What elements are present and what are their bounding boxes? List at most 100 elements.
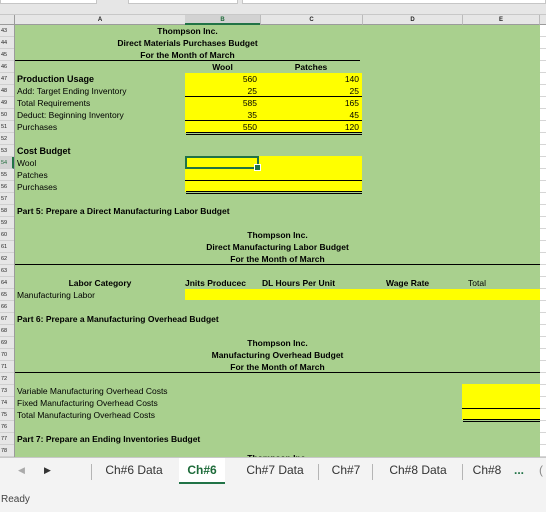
row-header-68[interactable]: 68 — [0, 325, 14, 337]
cell-f60[interactable] — [540, 229, 546, 241]
row-header-72[interactable]: 72 — [0, 373, 14, 385]
row-header-64[interactable]: 64 — [0, 277, 14, 289]
cell-f67[interactable] — [540, 313, 546, 325]
scroll-tabs-right-icon[interactable]: ▶ — [44, 465, 51, 476]
row-header-73[interactable]: 73 — [0, 385, 14, 397]
row-header-59[interactable]: 59 — [0, 217, 14, 229]
row-header-52[interactable]: 52 — [0, 133, 14, 145]
cell-f51[interactable] — [540, 121, 546, 133]
row-header-45[interactable]: 45 — [0, 49, 14, 61]
patches-cell[interactable]: 25 — [260, 85, 362, 97]
select-all-corner[interactable] — [0, 15, 15, 25]
cell-f49[interactable] — [540, 97, 546, 109]
column-header-e[interactable]: E — [462, 15, 540, 25]
cell-f78[interactable] — [540, 445, 546, 457]
row-header-77[interactable]: 77 — [0, 433, 14, 445]
row-header-46[interactable]: 46 — [0, 61, 14, 73]
cell-f47[interactable] — [540, 73, 546, 85]
row-header-76[interactable]: 76 — [0, 421, 14, 433]
formula-input-extended[interactable] — [242, 0, 546, 4]
patches-cell[interactable]: 120 — [260, 121, 362, 133]
row-header-44[interactable]: 44 — [0, 37, 14, 49]
tab-ch6[interactable]: Ch#6 — [179, 458, 225, 484]
cell-f55[interactable] — [540, 169, 546, 181]
column-header-d[interactable]: D — [362, 15, 462, 25]
wool-cell[interactable]: 25 — [185, 85, 260, 97]
patches-cell[interactable]: 45 — [260, 109, 362, 121]
cell-f53[interactable] — [540, 145, 546, 157]
row-header-74[interactable]: 74 — [0, 397, 14, 409]
labor-input-row[interactable] — [185, 289, 540, 300]
row-header-48[interactable]: 48 — [0, 85, 14, 97]
cell-f68[interactable] — [540, 325, 546, 337]
tab-ch8[interactable]: Ch#8 — [466, 458, 508, 484]
row-header-51[interactable]: 51 — [0, 121, 14, 133]
column-header-f[interactable] — [540, 15, 546, 25]
row-header-63[interactable]: 63 — [0, 265, 14, 277]
cell-f77[interactable] — [540, 433, 546, 445]
row-header-47[interactable]: 47 — [0, 73, 14, 85]
row-header-69[interactable]: 69 — [0, 337, 14, 349]
row-header-70[interactable]: 70 — [0, 349, 14, 361]
column-header-b[interactable]: B — [185, 15, 260, 25]
cell-f46[interactable] — [540, 61, 546, 73]
cell-f58[interactable] — [540, 205, 546, 217]
formula-input[interactable] — [128, 0, 238, 4]
cell-f56[interactable] — [540, 181, 546, 193]
add-sheet-icon[interactable]: ( — [536, 458, 546, 484]
wool-cell[interactable]: 560 — [185, 73, 260, 85]
row-header-43[interactable]: 43 — [0, 25, 14, 37]
row-header-57[interactable]: 57 — [0, 193, 14, 205]
cell-f63[interactable] — [540, 265, 546, 277]
row-header-60[interactable]: 60 — [0, 229, 14, 241]
worksheet-grid[interactable]: Thompson Inc. Direct Materials Purchases… — [15, 25, 540, 457]
cell-f66[interactable] — [540, 301, 546, 313]
row-header-78[interactable]: 78 — [0, 445, 14, 457]
cell-f65[interactable] — [540, 289, 546, 301]
row-header-71[interactable]: 71 — [0, 361, 14, 373]
row-header-53[interactable]: 53 — [0, 145, 14, 157]
row-header-67[interactable]: 67 — [0, 313, 14, 325]
cell-f61[interactable] — [540, 241, 546, 253]
cell-f73[interactable] — [540, 385, 546, 397]
row-header-55[interactable]: 55 — [0, 169, 14, 181]
name-box[interactable] — [0, 0, 97, 4]
cell-f59[interactable] — [540, 217, 546, 229]
cell-f64[interactable] — [540, 277, 546, 289]
wool-cell[interactable]: 550 — [185, 121, 260, 133]
tab-ch7[interactable]: Ch#7 — [324, 458, 368, 484]
cell-f45[interactable] — [540, 49, 546, 61]
row-header-61[interactable]: 61 — [0, 241, 14, 253]
cell-f71[interactable] — [540, 361, 546, 373]
row-header-49[interactable]: 49 — [0, 97, 14, 109]
cell-f54[interactable] — [540, 157, 546, 169]
patches-cell[interactable]: 140 — [260, 73, 362, 85]
row-header-54[interactable]: 54 — [0, 157, 14, 169]
wool-cell[interactable]: 585 — [185, 97, 260, 109]
row-header-65[interactable]: 65 — [0, 289, 14, 301]
cell-f43[interactable] — [540, 25, 546, 37]
cell-f48[interactable] — [540, 85, 546, 97]
cell-f52[interactable] — [540, 133, 546, 145]
tab-ch7-data[interactable]: Ch#7 Data — [235, 458, 315, 484]
overhead-input-area[interactable] — [462, 384, 540, 420]
cell-f70[interactable] — [540, 349, 546, 361]
cell-f57[interactable] — [540, 193, 546, 205]
cell-f62[interactable] — [540, 253, 546, 265]
tab-ch6-data[interactable]: Ch#6 Data — [95, 458, 173, 484]
column-header-a[interactable]: A — [15, 15, 185, 25]
cell-f50[interactable] — [540, 109, 546, 121]
cell-f76[interactable] — [540, 421, 546, 433]
more-tabs-button[interactable]: ... — [510, 458, 528, 484]
wool-cell[interactable]: 35 — [185, 109, 260, 121]
column-header-c[interactable]: C — [260, 15, 362, 25]
row-header-75[interactable]: 75 — [0, 409, 14, 421]
cell-f74[interactable] — [540, 397, 546, 409]
cell-f75[interactable] — [540, 409, 546, 421]
cell-f72[interactable] — [540, 373, 546, 385]
row-header-58[interactable]: 58 — [0, 205, 14, 217]
row-header-56[interactable]: 56 — [0, 181, 14, 193]
column-f-cells[interactable] — [540, 25, 546, 469]
row-header-62[interactable]: 62 — [0, 253, 14, 265]
cell-f44[interactable] — [540, 37, 546, 49]
